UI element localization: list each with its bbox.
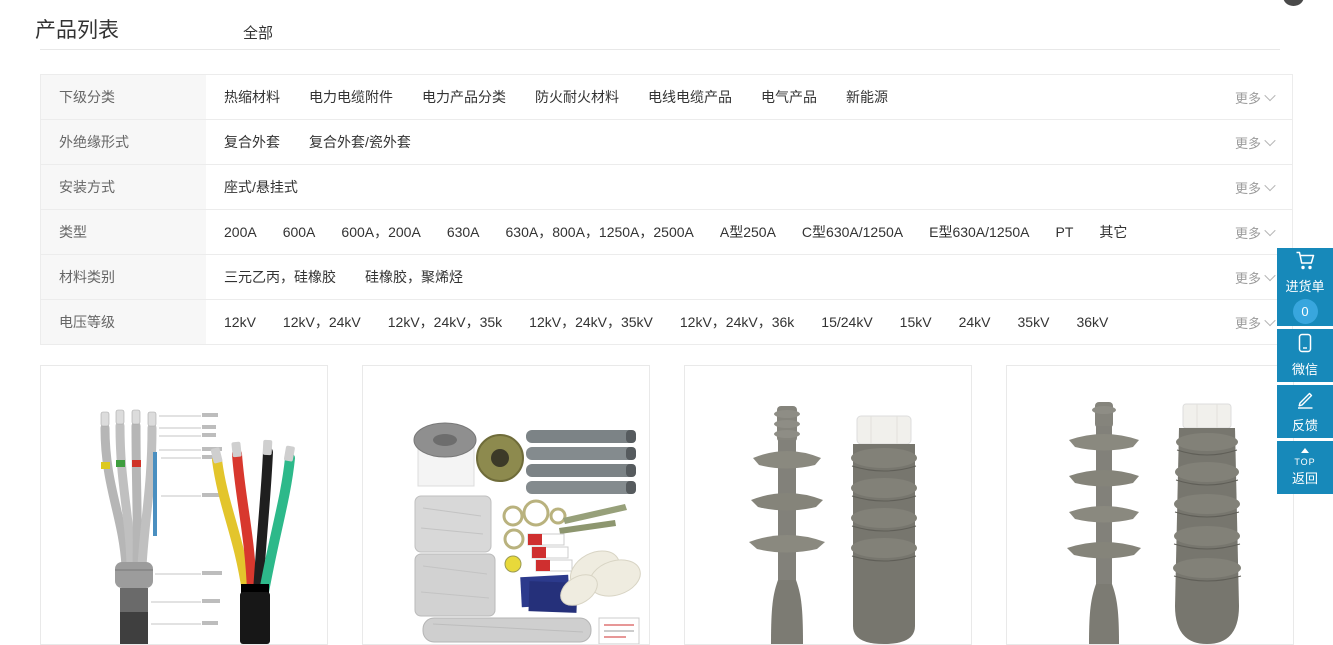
filter-option[interactable]: 600A，200A [341, 222, 420, 242]
filter-option[interactable]: 其它 [1099, 222, 1127, 242]
feedback-button[interactable]: 反馈 [1277, 385, 1333, 438]
filter-option[interactable]: 电力电缆附件 [309, 87, 393, 107]
filter-label: 电压等级 [41, 300, 206, 344]
more-button[interactable]: 更多 [1202, 120, 1292, 164]
cart-button[interactable]: 进货单 0 [1277, 248, 1333, 326]
filter-option[interactable]: 600A [283, 224, 316, 240]
product-card-1[interactable] [40, 365, 328, 645]
filter-options: 复合外套 复合外套/瓷外套 [206, 120, 1202, 164]
product-grid [40, 365, 1294, 645]
product-image-outdoor-terminations [1007, 366, 1293, 644]
filter-option[interactable]: 硅橡胶，聚烯烃 [365, 267, 463, 287]
filter-option[interactable]: 630A，800A，1250A，2500A [506, 222, 694, 242]
top-text: TOP [1294, 457, 1315, 467]
filter-options: 200A 600A 600A，200A 630A 630A，800A，1250A，250… [206, 210, 1202, 254]
filter-option[interactable]: 复合外套/瓷外套 [309, 132, 411, 152]
wechat-label: 微信 [1292, 361, 1318, 378]
filter-row-type: 类型 200A 600A 600A，200A 630A 630A，800A，1250A，… [41, 210, 1292, 255]
filter-table: 下级分类 热缩材料 电力电缆附件 电力产品分类 防火耐火材料 电线电缆产品 电气产品 新能源… [40, 74, 1293, 345]
filter-option[interactable]: 15/24kV [821, 314, 872, 330]
pencil-icon [1295, 390, 1315, 414]
cart-badge: 0 [1293, 299, 1318, 324]
filter-option[interactable]: A型250A [720, 222, 776, 242]
filter-option[interactable]: 座式/悬挂式 [224, 177, 298, 197]
chevron-down-icon [1264, 135, 1275, 146]
filter-label: 类型 [41, 210, 206, 254]
avatar[interactable] [1283, 0, 1304, 6]
back-to-top-button[interactable]: TOP 返回 [1277, 441, 1333, 494]
floating-sidebar: 进货单 0 微信 反馈 TOP 返回 [1277, 248, 1333, 497]
filter-label: 外绝缘形式 [41, 120, 206, 164]
filter-row-voltage: 电压等级 12kV 12kV，24kV 12kV，24kV，35k 12kV，24kV… [41, 300, 1292, 344]
filter-option[interactable]: C型630A/1250A [802, 222, 903, 242]
feedback-label: 反馈 [1292, 417, 1318, 434]
filter-option[interactable]: PT [1056, 224, 1074, 240]
filter-option[interactable]: 15kV [900, 314, 932, 330]
more-button[interactable]: 更多 [1202, 75, 1292, 119]
filter-option[interactable]: 12kV [224, 314, 256, 330]
back-label: 返回 [1292, 470, 1318, 487]
filter-row-subcategory: 下级分类 热缩材料 电力电缆附件 电力产品分类 防火耐火材料 电线电缆产品 电气产品 新能源… [41, 75, 1292, 120]
mobile-icon [1296, 333, 1314, 358]
cart-label: 进货单 [1285, 278, 1324, 295]
filter-option[interactable]: 35kV [1018, 314, 1050, 330]
filter-option[interactable]: 200A [224, 224, 257, 240]
filter-option[interactable]: 电线电缆产品 [648, 87, 732, 107]
filter-option[interactable]: 电力产品分类 [422, 87, 506, 107]
more-button[interactable]: 更多 [1202, 165, 1292, 209]
chevron-down-icon [1264, 270, 1275, 281]
filter-options: 热缩材料 电力电缆附件 电力产品分类 防火耐火材料 电线电缆产品 电气产品 新能源 [206, 75, 1202, 119]
product-card-4[interactable] [1006, 365, 1294, 645]
chevron-down-icon [1264, 315, 1275, 326]
filter-options: 三元乙丙，硅橡胶 硅橡胶，聚烯烃 [206, 255, 1202, 299]
filter-label: 安装方式 [41, 165, 206, 209]
filter-options: 12kV 12kV，24kV 12kV，24kV，35k 12kV，24kV，35kV… [206, 300, 1202, 344]
arrow-up-icon [1301, 448, 1309, 453]
filter-option[interactable]: 12kV，24kV，36k [680, 312, 794, 332]
product-image-termination-diagram [41, 366, 327, 644]
filter-option[interactable]: 复合外套 [224, 132, 280, 152]
filter-option[interactable]: 12kV，24kV [283, 312, 361, 332]
filter-row-insulation: 外绝缘形式 复合外套 复合外套/瓷外套 更多 [41, 120, 1292, 165]
page-title: 产品列表 [35, 14, 119, 44]
filter-option[interactable]: 三元乙丙，硅橡胶 [224, 267, 336, 287]
wechat-button[interactable]: 微信 [1277, 329, 1333, 382]
filter-options: 座式/悬挂式 [206, 165, 1202, 209]
filter-label: 材料类别 [41, 255, 206, 299]
filter-option[interactable]: 12kV，24kV，35kV [529, 312, 653, 332]
product-image-terminations [685, 366, 971, 644]
product-image-kit [363, 366, 649, 644]
product-card-3[interactable] [684, 365, 972, 645]
filter-option[interactable]: 36kV [1076, 314, 1108, 330]
filter-option[interactable]: E型630A/1250A [929, 222, 1029, 242]
filter-option[interactable]: 热缩材料 [224, 87, 280, 107]
filter-option[interactable]: 24kV [959, 314, 991, 330]
filter-label: 下级分类 [41, 75, 206, 119]
filter-option[interactable]: 630A [447, 224, 480, 240]
chevron-down-icon [1264, 90, 1275, 101]
filter-option[interactable]: 电气产品 [761, 87, 817, 107]
chevron-down-icon [1264, 225, 1275, 236]
tab-all[interactable]: 全部 [243, 22, 273, 43]
cart-icon [1293, 251, 1317, 276]
header-divider [40, 49, 1280, 50]
product-card-2[interactable] [362, 365, 650, 645]
filter-option[interactable]: 新能源 [846, 87, 888, 107]
filter-option[interactable]: 防火耐火材料 [535, 87, 619, 107]
chevron-down-icon [1264, 180, 1275, 191]
filter-row-material: 材料类别 三元乙丙，硅橡胶硅橡胶，聚烯烃 更多 [41, 255, 1292, 300]
filter-row-installation: 安装方式 座式/悬挂式 更多 [41, 165, 1292, 210]
filter-option[interactable]: 12kV，24kV，35k [388, 312, 502, 332]
